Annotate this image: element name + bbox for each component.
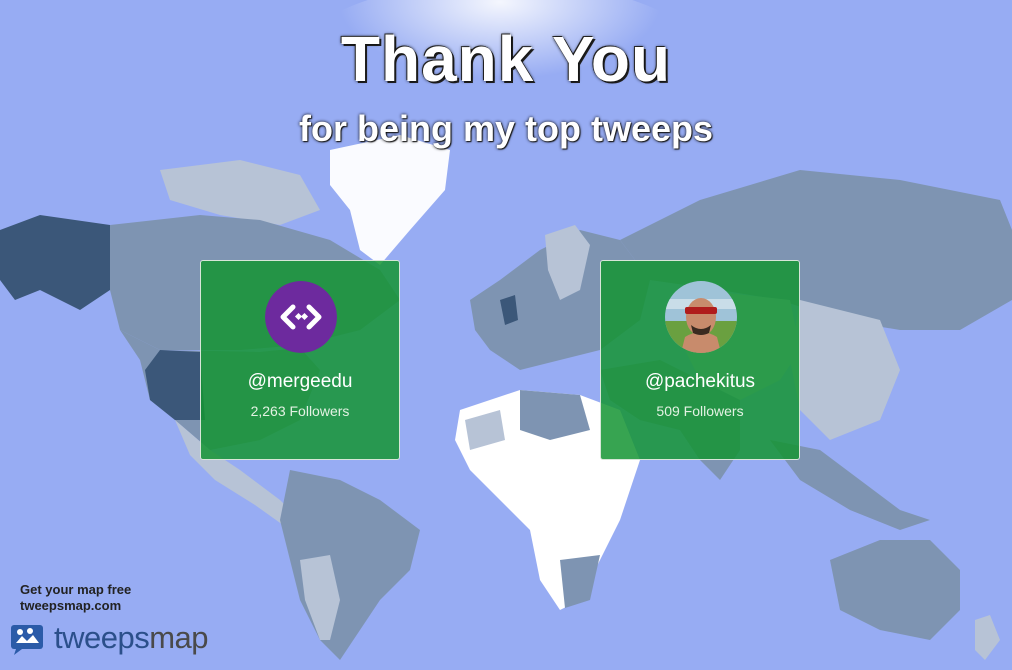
brand-part-2: map xyxy=(149,620,209,655)
page-subtitle: for being my top tweeps xyxy=(298,108,714,149)
tweep-followers: 2,263 Followers xyxy=(250,403,350,419)
world-map xyxy=(0,0,1012,660)
brand-part-1: tweeps xyxy=(54,620,150,655)
promo-line: Get your map free xyxy=(20,582,132,597)
promo-text[interactable]: Get your map free tweepsmap.com xyxy=(20,582,131,614)
brand-logo[interactable]: tweepsmap xyxy=(10,620,209,656)
page-title: Thank You xyxy=(340,23,672,95)
map-stage: Thank You for being my top tweeps @merge… xyxy=(0,0,1012,670)
tweepsmap-logo-icon xyxy=(11,625,43,655)
promo-url[interactable]: tweepsmap.com xyxy=(20,598,131,614)
user-photo-icon xyxy=(665,281,737,353)
tweep-handle[interactable]: @mergeedu xyxy=(201,371,399,393)
brand-name: tweepsmap xyxy=(54,620,209,656)
avatar[interactable] xyxy=(665,281,737,353)
avatar[interactable] xyxy=(265,281,337,353)
tweep-card-mergeedu[interactable]: @mergeedu 2,263 Followers xyxy=(200,260,400,460)
tweep-card-pachekitus[interactable]: @pachekitus 509 Followers xyxy=(600,260,800,460)
tweep-handle[interactable]: @pachekitus xyxy=(601,371,799,393)
tweep-followers: 509 Followers xyxy=(656,403,744,419)
merge-logo-icon xyxy=(265,281,337,353)
